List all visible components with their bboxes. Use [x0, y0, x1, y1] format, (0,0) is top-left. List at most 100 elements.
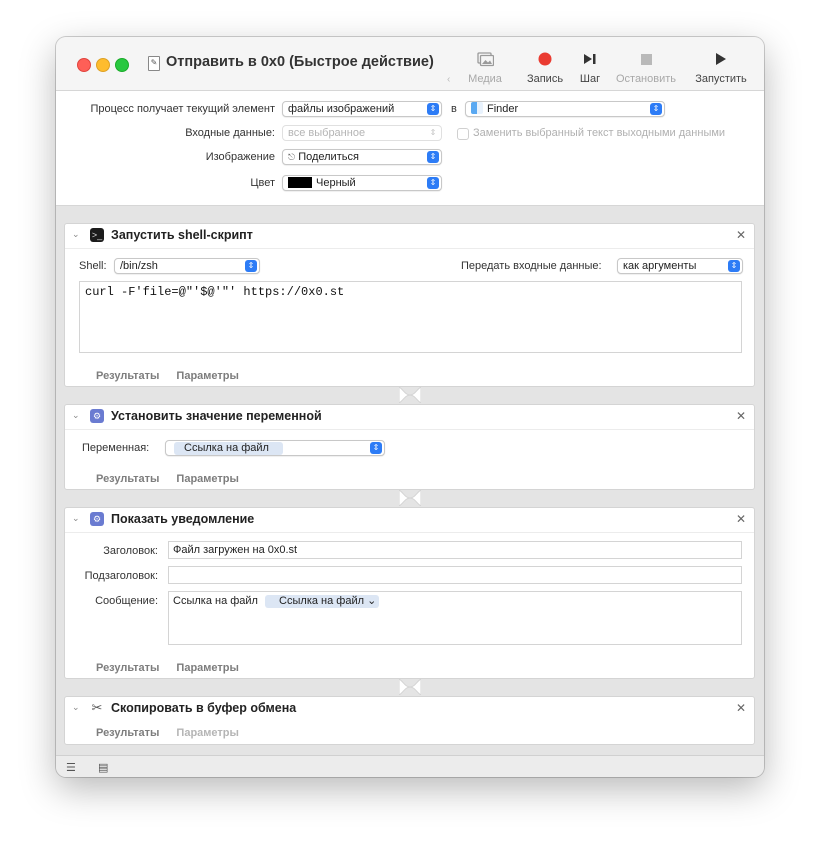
play-icon	[685, 49, 757, 69]
in-label: в	[451, 103, 457, 115]
input-label: Входные данные:	[185, 127, 275, 139]
shell-popup[interactable]: /bin/zsh ⇕	[114, 258, 260, 274]
variable-value: Ссылка на файл	[174, 442, 283, 455]
stepper-icon: ⇕	[370, 442, 382, 454]
action-header: ⌄ ⚙ Установить значение переменной ✕	[65, 405, 754, 430]
action-connector	[399, 490, 421, 506]
results-tab[interactable]: Результаты	[96, 662, 159, 674]
message-field[interactable]: Ссылка на файл Ссылка на файл ⌄	[168, 591, 742, 645]
action-title: Запустить shell-скрипт	[111, 228, 253, 242]
message-text: Ссылка на файл	[173, 595, 258, 607]
window-title: Отправить в 0x0 (Быстрое действие)	[166, 54, 434, 70]
close-window-button[interactable]	[77, 58, 91, 72]
replace-text-label: Заменить выбранный текст выходными данны…	[473, 127, 726, 139]
input-value: все выбранное	[288, 127, 366, 139]
action-run-shell-script: ⌄ >_ Запустить shell-скрипт ✕ Shell: /bi…	[64, 223, 755, 387]
close-action-icon[interactable]: ✕	[736, 701, 746, 715]
receives-label: Процесс получает текущий элемент	[90, 103, 275, 115]
image-value: Поделиться	[298, 151, 359, 163]
pass-input-value: как аргументы	[623, 260, 697, 272]
receives-value: файлы изображений	[288, 103, 395, 115]
workflow-view-icon[interactable]: ▤	[98, 761, 108, 774]
image-label: Изображение	[205, 151, 275, 163]
message-variable-token[interactable]: Ссылка на файл ⌄	[265, 595, 380, 608]
subheader-field[interactable]	[168, 566, 742, 584]
pass-input-popup[interactable]: как аргументы ⇕	[617, 258, 743, 274]
action-connector	[399, 679, 421, 695]
action-footer: Результаты Параметры	[96, 370, 256, 382]
action-copy-to-clipboard: ⌄ ✂ Скопировать в буфер обмена ✕ Результ…	[64, 696, 755, 745]
stop-label: Остановить	[615, 73, 677, 85]
options-tab[interactable]: Параметры	[176, 662, 238, 674]
stepper-icon: ⇕	[427, 151, 439, 163]
options-tab[interactable]: Параметры	[176, 727, 238, 739]
close-action-icon[interactable]: ✕	[736, 512, 746, 526]
variable-icon: ⚙	[90, 409, 104, 423]
title-bar: ✎ Отправить в 0x0 (Быстрое действие) ‹ М…	[56, 37, 764, 91]
options-tab[interactable]: Параметры	[176, 370, 238, 382]
run-button[interactable]: Запустить	[685, 49, 757, 85]
color-label: Цвет	[250, 177, 275, 189]
action-footer: Результаты Параметры	[96, 727, 256, 739]
minimize-window-button[interactable]	[96, 58, 110, 72]
action-title: Скопировать в буфер обмена	[111, 701, 297, 715]
share-icon: ⎋	[288, 152, 296, 162]
image-popup[interactable]: ⎋ Поделиться ⇕	[282, 149, 442, 165]
close-action-icon[interactable]: ✕	[736, 409, 746, 423]
scissors-icon: ✂	[91, 700, 103, 715]
stepper-icon: ⇕	[650, 103, 662, 115]
status-bar: ☰ ▤	[56, 755, 764, 777]
results-tab[interactable]: Результаты	[96, 473, 159, 485]
terminal-icon: >_	[90, 228, 104, 242]
finder-icon	[471, 102, 483, 114]
action-title: Показать уведомление	[111, 512, 255, 526]
message-label: Сообщение:	[95, 595, 158, 607]
stepper-icon: ⇕	[427, 103, 439, 115]
disclosure-chevron-icon[interactable]: ⌄	[72, 410, 80, 421]
stop-icon	[610, 49, 682, 69]
action-footer: Результаты Параметры	[96, 473, 256, 485]
zoom-window-button[interactable]	[115, 58, 129, 72]
stop-button[interactable]: Остановить	[610, 49, 682, 85]
color-swatch	[288, 177, 312, 188]
disclosure-chevron-icon[interactable]: ⌄	[72, 229, 80, 240]
stepper-icon: ⇕	[245, 260, 257, 272]
variable-popup[interactable]: Ссылка на файл ⇕	[165, 440, 385, 456]
workflow-settings: Процесс получает текущий элемент файлы и…	[56, 91, 764, 206]
results-tab[interactable]: Результаты	[96, 370, 159, 382]
color-value: Черный	[316, 177, 356, 189]
close-action-icon[interactable]: ✕	[736, 228, 746, 242]
input-popup[interactable]: все выбранное ⇕	[282, 125, 442, 141]
results-tab[interactable]: Результаты	[96, 727, 159, 739]
disclosure-chevron-icon[interactable]: ⌄	[72, 702, 80, 713]
action-show-notification: ⌄ ⚙ Показать уведомление ✕ Заголовок: Фа…	[64, 507, 755, 679]
pass-input-label: Передать входные данные:	[461, 260, 602, 272]
action-connector	[399, 387, 421, 403]
action-footer: Результаты Параметры	[96, 662, 256, 674]
workflow-area: ⌄ >_ Запустить shell-скрипт ✕ Shell: /bi…	[56, 206, 764, 755]
disclosure-chevron-icon[interactable]: ⌄	[72, 513, 80, 524]
action-set-variable: ⌄ ⚙ Установить значение переменной ✕ Пер…	[64, 404, 755, 490]
replace-text-checkbox[interactable]	[457, 128, 469, 140]
shell-label: Shell:	[79, 260, 107, 272]
action-title: Установить значение переменной	[111, 409, 322, 423]
variable-label: Переменная:	[82, 442, 150, 454]
header-label: Заголовок:	[103, 545, 158, 557]
options-tab[interactable]: Параметры	[176, 473, 238, 485]
stepper-icon: ⇕	[429, 128, 437, 137]
action-header: ⌄ ✂ Скопировать в буфер обмена ✕	[65, 697, 754, 721]
script-editor[interactable]: curl -F'file=@"'$@'"' https://0x0.st	[79, 281, 742, 353]
application-value: Finder	[487, 103, 519, 115]
document-icon: ✎	[148, 56, 160, 71]
run-label: Запустить	[695, 73, 747, 85]
application-popup[interactable]: Finder ⇕	[465, 101, 665, 117]
receives-popup[interactable]: файлы изображений ⇕	[282, 101, 442, 117]
shell-value: /bin/zsh	[120, 260, 158, 272]
stepper-icon: ⇕	[728, 260, 740, 272]
stepper-icon: ⇕	[427, 177, 439, 189]
action-header: ⌄ >_ Запустить shell-скрипт ✕	[65, 224, 754, 249]
subheader-label: Подзаголовок:	[84, 570, 158, 582]
color-popup[interactable]: Черный ⇕	[282, 175, 442, 191]
list-view-icon[interactable]: ☰	[66, 761, 76, 774]
header-field[interactable]: Файл загружен на 0x0.st	[168, 541, 742, 559]
